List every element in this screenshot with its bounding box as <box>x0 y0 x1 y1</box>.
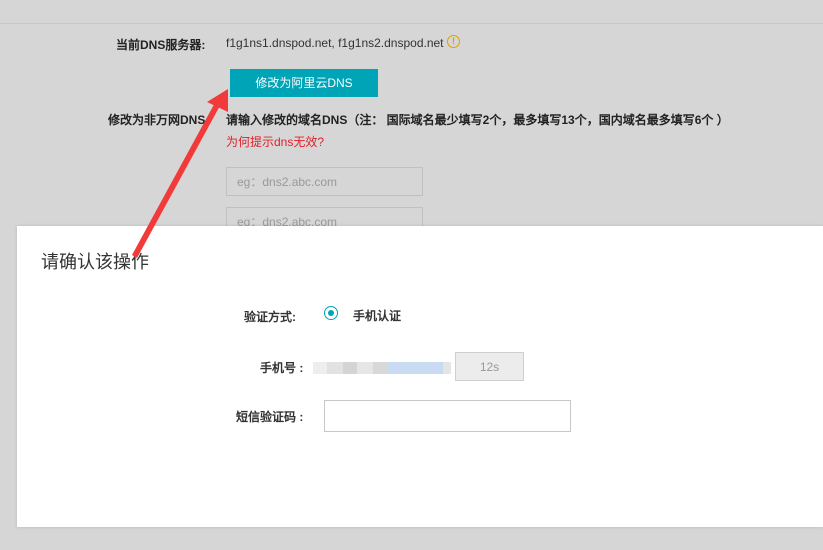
annotation-arrow-shaft <box>132 99 222 258</box>
annotation-arrow <box>132 89 228 258</box>
